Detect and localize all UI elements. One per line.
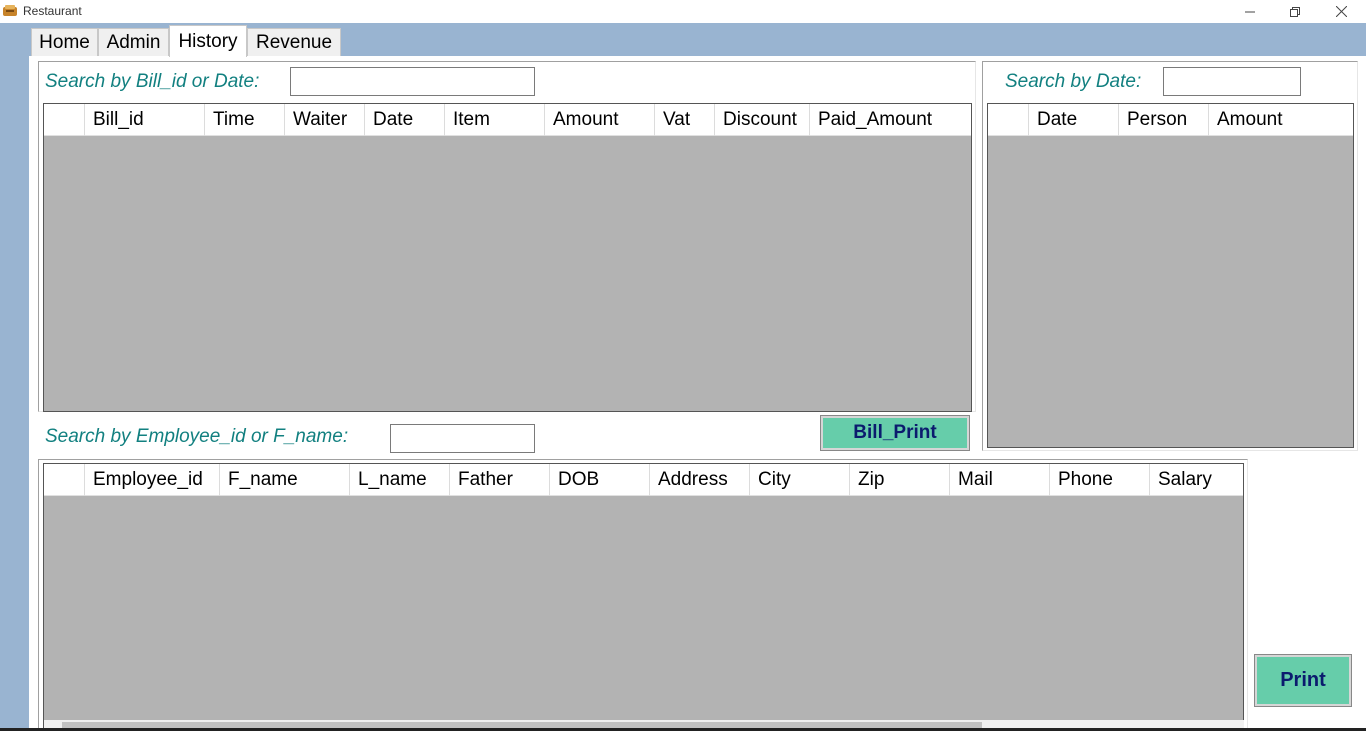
print-button[interactable]: Print xyxy=(1254,654,1352,707)
column-header-f-name[interactable]: F_name xyxy=(220,464,350,496)
column-header-amount[interactable]: Amount xyxy=(545,104,655,136)
employee-search-label: Search by Employee_id or F_name: xyxy=(45,426,349,447)
restore-button[interactable] xyxy=(1272,0,1318,23)
row-header-corner xyxy=(988,104,1029,136)
employees-grid[interactable]: Employee_id F_name L_name Father DOB Add… xyxy=(43,463,1244,731)
minimize-button[interactable] xyxy=(1227,0,1273,23)
column-header-employee-id[interactable]: Employee_id xyxy=(85,464,220,496)
date-search-label: Search by Date: xyxy=(1005,71,1142,92)
bills-grid-header: Bill_id Time Waiter Date Item Amount Vat… xyxy=(44,104,971,136)
column-header-vat[interactable]: Vat xyxy=(655,104,715,136)
bill-search-input[interactable] xyxy=(290,67,535,96)
employee-search-input[interactable] xyxy=(390,424,535,453)
date-search-grid[interactable]: Date Person Amount xyxy=(987,103,1354,448)
tab-home[interactable]: Home xyxy=(31,28,98,56)
column-header-person[interactable]: Person xyxy=(1119,104,1209,136)
restore-icon xyxy=(1290,6,1300,17)
tab-history[interactable]: History xyxy=(169,25,247,57)
minimize-icon xyxy=(1245,11,1255,12)
bill-search-label: Search by Bill_id or Date: xyxy=(45,71,260,92)
close-button[interactable] xyxy=(1318,0,1364,23)
bill-print-button[interactable]: Bill_Print xyxy=(820,415,970,451)
window-title: Restaurant xyxy=(23,4,82,18)
column-header-l-name[interactable]: L_name xyxy=(350,464,450,496)
column-header-date[interactable]: Date xyxy=(365,104,445,136)
column-header-amount[interactable]: Amount xyxy=(1209,104,1353,136)
title-bar: Restaurant xyxy=(0,0,1366,23)
column-header-address[interactable]: Address xyxy=(650,464,750,496)
column-header-time[interactable]: Time xyxy=(205,104,285,136)
column-header-father[interactable]: Father xyxy=(450,464,550,496)
restaurant-app-icon xyxy=(3,5,17,16)
column-header-mail[interactable]: Mail xyxy=(950,464,1050,496)
column-header-paid-amount[interactable]: Paid_Amount xyxy=(810,104,971,136)
window-frame-left xyxy=(0,23,29,731)
date-search-grid-header: Date Person Amount xyxy=(988,104,1353,136)
column-header-discount[interactable]: Discount xyxy=(715,104,810,136)
column-header-date[interactable]: Date xyxy=(1029,104,1119,136)
row-header-corner xyxy=(44,464,85,496)
column-header-salary[interactable]: Salary xyxy=(1150,464,1243,496)
column-header-bill-id[interactable]: Bill_id xyxy=(85,104,205,136)
date-search-input[interactable] xyxy=(1163,67,1301,96)
column-header-phone[interactable]: Phone xyxy=(1050,464,1150,496)
column-header-dob[interactable]: DOB xyxy=(550,464,650,496)
column-header-zip[interactable]: Zip xyxy=(850,464,950,496)
column-header-waiter[interactable]: Waiter xyxy=(285,104,365,136)
tab-admin[interactable]: Admin xyxy=(98,28,169,56)
tab-revenue[interactable]: Revenue xyxy=(247,28,341,56)
row-header-corner xyxy=(44,104,85,136)
employees-grid-header: Employee_id F_name L_name Father DOB Add… xyxy=(44,464,1243,496)
column-header-item[interactable]: Item xyxy=(445,104,545,136)
column-header-city[interactable]: City xyxy=(750,464,850,496)
close-icon xyxy=(1335,6,1347,17)
bills-grid[interactable]: Bill_id Time Waiter Date Item Amount Vat… xyxy=(43,103,972,412)
